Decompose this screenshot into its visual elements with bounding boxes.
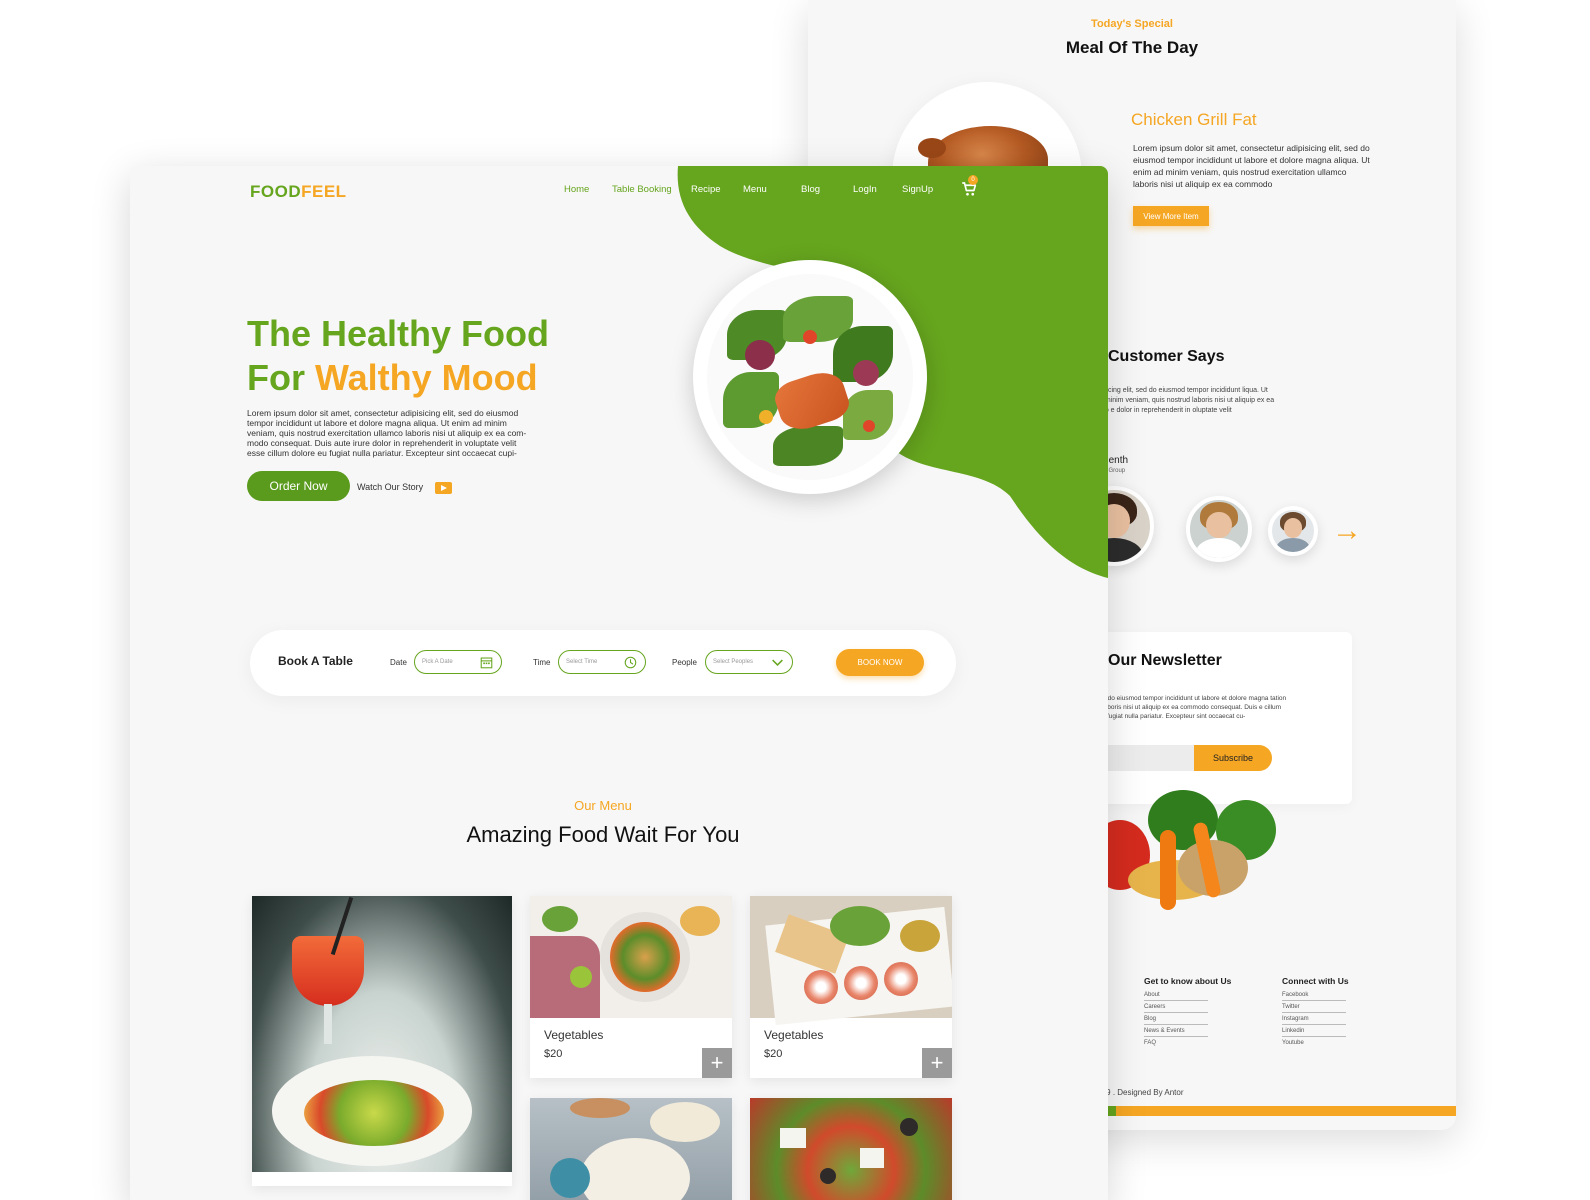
time-label: Time xyxy=(533,658,551,667)
clock-icon xyxy=(624,656,637,669)
menu-card-price: $20 xyxy=(544,1048,563,1060)
add-to-cart-button[interactable]: + xyxy=(922,1048,952,1078)
special-title: Meal Of The Day xyxy=(1065,38,1199,57)
footer-link-blog[interactable]: Blog xyxy=(1144,1016,1208,1025)
footer-link-linkedin[interactable]: Linkedin xyxy=(1282,1028,1346,1037)
arrow-right-icon[interactable]: → xyxy=(1332,516,1362,546)
time-field[interactable]: Select Time xyxy=(558,650,646,674)
greek-salad-image xyxy=(750,1098,952,1200)
nav-table-booking[interactable]: Table Booking xyxy=(612,184,672,195)
menu-card-name: Vegetables xyxy=(544,1028,604,1042)
menu-card-vegetables-2[interactable]: Vegetables $20 + xyxy=(750,896,952,1078)
menu-card-greek-salad[interactable] xyxy=(750,1098,952,1200)
footer-link-youtube[interactable]: Youtube xyxy=(1282,1040,1346,1048)
nav-recipe[interactable]: Recipe xyxy=(691,184,721,195)
rice-dish-image xyxy=(530,1098,732,1200)
menu-card-price: $20 xyxy=(764,1048,783,1060)
menu-card-rice[interactable] xyxy=(530,1098,732,1200)
people-select[interactable]: Select Peoples xyxy=(705,650,793,674)
chicken-leg-image xyxy=(918,138,946,158)
nav-menu[interactable]: Menu xyxy=(743,184,767,195)
logo[interactable]: FOODFEEL xyxy=(250,182,347,202)
featured-food-image xyxy=(252,896,512,1172)
newsletter-title: Our Newsletter xyxy=(1108,652,1222,669)
people-label: People xyxy=(672,658,697,667)
customer-says-title: Customer Says xyxy=(1108,348,1225,365)
footer-col1-title: Get to know about Us xyxy=(1144,976,1232,986)
order-now-button[interactable]: Order Now xyxy=(247,471,350,501)
meal-name: Chicken Grill Fat xyxy=(1131,110,1257,129)
salad-plate-image xyxy=(693,260,927,494)
menu-card-featured[interactable] xyxy=(252,896,512,1186)
menu-title: Amazing Food Wait For You xyxy=(466,822,740,847)
play-icon[interactable] xyxy=(435,482,452,494)
footer-link-faq[interactable]: FAQ xyxy=(1144,1040,1208,1048)
newsletter-description: g elit, sed do eiusmod tempor incididunt… xyxy=(1078,695,1287,720)
footer-link-instagram[interactable]: Instagram xyxy=(1282,1016,1346,1025)
nav-signup[interactable]: SignUp xyxy=(902,184,933,195)
footer-link-about[interactable]: About xyxy=(1144,992,1208,1001)
book-table-title: Book A Table xyxy=(278,654,353,668)
avatar-customer-2[interactable] xyxy=(1186,496,1252,562)
hero-title: The Healthy Food For Walthy Mood xyxy=(247,313,550,398)
menu-kicker: Our Menu xyxy=(574,798,632,813)
testimonial-text: tur adipisicing elit, sed do eiusmod tem… xyxy=(1078,387,1275,414)
salmon-rolls-image xyxy=(750,896,952,1026)
view-more-button[interactable]: View More Item xyxy=(1133,206,1209,226)
footer-link-news-events[interactable]: News & Events xyxy=(1144,1028,1208,1037)
front-page-preview: FOODFEEL Home Table Booking Recipe Menu … xyxy=(130,166,1108,1200)
nav-home[interactable]: Home xyxy=(564,184,589,195)
menu-card-name: Vegetables xyxy=(764,1028,824,1042)
watch-story-link[interactable]: Watch Our Story xyxy=(357,482,423,492)
chevron-down-icon xyxy=(772,659,783,666)
avatar-customer-3[interactable] xyxy=(1268,506,1318,556)
hero-description: Lorem ipsum dolor sit amet, consectetur … xyxy=(247,408,527,458)
footer-link-facebook[interactable]: Facebook xyxy=(1282,992,1346,1001)
date-field[interactable]: Pick A Date xyxy=(414,650,502,674)
calendar-icon xyxy=(480,657,493,669)
book-now-button[interactable]: BOOK NOW xyxy=(836,649,924,676)
footer-col2-title: Connect with Us xyxy=(1282,976,1349,986)
special-kicker: Today's Special xyxy=(1091,18,1173,30)
subscribe-button[interactable]: Subscribe xyxy=(1194,745,1272,771)
menu-card-vegetables-1[interactable]: Vegetables $20 + xyxy=(530,896,732,1078)
footer-link-twitter[interactable]: Twitter xyxy=(1282,1004,1346,1013)
date-label: Date xyxy=(390,658,407,667)
nav-login[interactable]: LogIn xyxy=(853,184,877,195)
nav-blog[interactable]: Blog xyxy=(801,184,820,195)
book-table-bar: Book A Table Date Pick A Date Time Selec… xyxy=(250,630,956,696)
meal-description: Lorem ipsum dolor sit amet, consectetur … xyxy=(1133,143,1370,189)
cart-count-badge: 0 xyxy=(968,175,978,185)
add-to-cart-button[interactable]: + xyxy=(702,1048,732,1078)
footer-link-careers[interactable]: Careers xyxy=(1144,1004,1208,1013)
vegetables-bowl-image xyxy=(530,896,732,1018)
